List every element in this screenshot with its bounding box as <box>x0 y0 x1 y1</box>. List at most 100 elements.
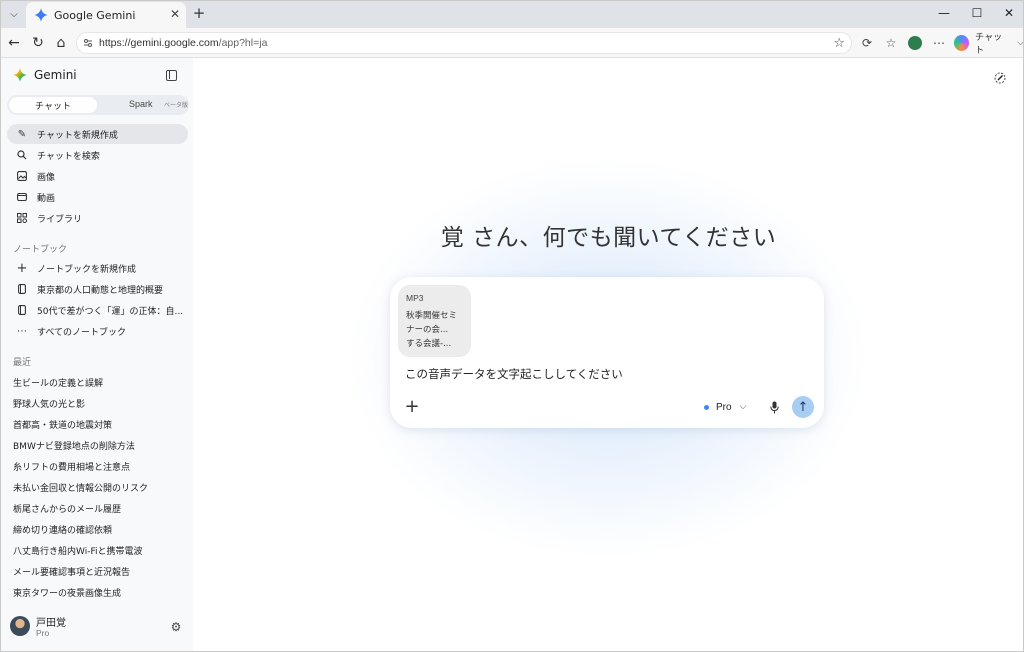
notebook-heading: ノートブック <box>13 245 68 255</box>
main-area: 覚 さん、何でも聞いてください MP3 秋季開催セミ ナーの会... する会議-… <box>193 58 1024 652</box>
recent-chat-item[interactable]: 生ビールの定義と誤解 <box>13 376 103 389</box>
reload-icon[interactable]: ↻ <box>29 34 47 52</box>
sidebar-item-label: 画像 <box>37 172 56 183</box>
recent-chat-item[interactable]: 未払い金回収と情報公開のリスク <box>13 481 148 494</box>
recent-chat-item[interactable]: 野球人気の光と影 <box>13 397 85 410</box>
url-text: https://gemini.google.com/app?hl=ja <box>99 37 267 49</box>
sidebar-item-search-chat[interactable]: チャットを検索 <box>7 145 188 165</box>
new-chat-icon: ✎ <box>17 128 27 140</box>
chevron-down-icon: ⌵ <box>739 402 747 412</box>
sidebar-item-video[interactable]: 動画 <box>7 187 188 207</box>
minimize-button[interactable]: — <box>929 4 959 22</box>
tab-strip: ⌵ Google Gemini ✕ + — ☐ ✕ <box>0 0 1024 28</box>
copilot-button[interactable]: チャット ⌵ <box>954 33 1024 56</box>
sidebar-item-label: 50代で差がつく「運」の正体：自... <box>37 306 184 317</box>
back-icon[interactable]: ← <box>5 34 23 52</box>
sidebar-item-label: すべてのノートブック <box>37 327 127 338</box>
mode-spark-tab[interactable]: Spark <box>129 99 153 109</box>
sidebar-item-label: ライブラリ <box>37 214 83 225</box>
recent-chat-item[interactable]: BMWナビ登録地点の削除方法 <box>13 439 135 452</box>
attachment-name-line: ナーの会... <box>406 325 449 335</box>
chevron-down-icon: ⌵ <box>1017 38 1024 48</box>
greeting-title: 覚 さん、何でも聞いてください <box>440 225 777 251</box>
sidebar-item-label: ノートブックを新規作成 <box>37 264 137 275</box>
more-menu-icon[interactable]: ⋯ <box>931 35 947 51</box>
extensions-icon[interactable]: ⟳ <box>859 35 875 51</box>
url-host: https://gemini.google.com <box>99 37 219 49</box>
user-name: 戸田覚 <box>36 618 66 629</box>
tab-gemini[interactable]: Google Gemini ✕ <box>26 2 186 28</box>
home-icon[interactable]: ⌂ <box>52 34 70 52</box>
recent-chat-item[interactable]: メール要確認事項と近況報告 <box>13 565 130 578</box>
recent-chat-item[interactable]: 糸リフトの費用相場と注意点 <box>13 460 130 473</box>
model-picker[interactable]: Pro ⌵ <box>704 400 746 414</box>
sidebar-item-label: チャットを検索 <box>37 151 100 162</box>
site-info-icon[interactable] <box>83 38 93 48</box>
edit-pen-icon[interactable] <box>993 71 1007 85</box>
plus-icon: + <box>16 260 28 276</box>
video-icon <box>16 191 28 203</box>
prompt-input[interactable]: この音声データを文字起こししてください <box>405 366 623 382</box>
more-icon: ⋯ <box>17 325 27 337</box>
sidebar-item-notebook[interactable]: 東京都の人口動態と地理的概要 <box>7 279 188 299</box>
microphone-icon[interactable] <box>767 399 781 415</box>
recent-chat-item[interactable]: 首都高・鉄道の地震対策 <box>13 418 112 431</box>
new-tab-button[interactable]: + <box>190 4 208 22</box>
model-status-dot <box>704 404 709 410</box>
attachment-name-line: 秋季開催セミ <box>406 311 458 321</box>
beta-badge: ベータ版 <box>164 102 189 109</box>
url-path: /app?hl=ja <box>218 37 268 49</box>
recent-chat-item[interactable]: 栃尾さんからのメール履歴 <box>13 502 121 515</box>
sidebar-item-label: チャットを新規作成 <box>37 130 118 141</box>
maximize-button[interactable]: ☐ <box>962 4 992 22</box>
sidebar-item-new-notebook[interactable]: + ノートブックを新規作成 <box>7 258 188 278</box>
profile-icon[interactable] <box>907 35 923 51</box>
mode-toggle: チャット Spark ベータ版 <box>7 95 189 115</box>
mode-chat-tab[interactable]: チャット <box>9 97 97 113</box>
brand[interactable]: Gemini <box>13 68 77 82</box>
attachment-name-line: する会議-... <box>406 339 452 349</box>
gemini-favicon-icon <box>34 8 48 22</box>
sidebar-item-all-notebooks[interactable]: ⋯ すべてのノートブック <box>7 321 188 341</box>
account-row[interactable]: 戸田覚 Pro ⚙ <box>10 614 185 644</box>
attachment-name: 秋季開催セミ ナーの会... する会議-... <box>406 309 463 351</box>
gemini-logo-icon <box>13 68 27 82</box>
attachment-chip[interactable]: MP3 秋季開催セミ ナーの会... する会議-... <box>398 285 471 357</box>
sidebar-item-library[interactable]: ライブラリ <box>7 208 188 228</box>
sidebar-item-label: 動画 <box>37 193 56 204</box>
close-window-button[interactable]: ✕ <box>994 4 1024 22</box>
sidebar-item-label: 東京都の人口動態と地理的概要 <box>37 285 164 296</box>
attachment-type: MP3 <box>406 293 424 303</box>
recent-chat-item[interactable]: 八丈島行き船内Wi-Fiと携帯電波 <box>13 544 142 557</box>
notebook-icon <box>16 304 28 316</box>
favorite-star-icon[interactable]: ☆ <box>833 36 845 51</box>
recent-chat-item[interactable]: 東京タワーの夜景画像生成 <box>13 586 121 599</box>
notebook-icon <box>16 283 28 295</box>
settings-gear-icon[interactable]: ⚙ <box>170 620 182 634</box>
address-bar[interactable]: https://gemini.google.com/app?hl=ja ☆ <box>76 32 852 54</box>
image-icon <box>16 170 28 182</box>
favorites-icon[interactable]: ☆ <box>883 35 899 51</box>
recent-chat-item[interactable]: 締め切り連絡の確認依頼 <box>13 523 112 536</box>
avatar[interactable] <box>10 616 30 636</box>
toolbar: ← ↻ ⌂ https://gemini.google.com/app?hl=j… <box>0 28 1024 58</box>
copilot-icon <box>954 35 970 51</box>
recent-heading: 最近 <box>13 358 32 368</box>
sidebar-toggle-icon[interactable] <box>166 70 177 81</box>
sidebar-item-notebook[interactable]: 50代で差がつく「運」の正体：自... <box>7 300 188 320</box>
sidebar-item-new-chat[interactable]: ✎ チャットを新規作成 <box>7 124 188 144</box>
library-icon <box>16 212 28 224</box>
sidebar-item-image[interactable]: 画像 <box>7 166 188 186</box>
tab-title: Google Gemini <box>54 8 136 22</box>
tab-actions-chevron-icon[interactable]: ⌵ <box>5 5 23 23</box>
sidebar: Gemini チャット Spark ベータ版 ✎ チャットを新規作成 チャットを… <box>0 58 193 652</box>
model-label: Pro <box>716 401 732 413</box>
copilot-label: チャット <box>975 33 1003 56</box>
brand-name: Gemini <box>34 68 77 82</box>
prompt-composer: MP3 秋季開催セミ ナーの会... する会議-... この音声データを文字起こ… <box>390 277 824 428</box>
tab-close-icon[interactable]: ✕ <box>170 7 180 21</box>
search-icon <box>16 149 28 161</box>
user-plan: Pro <box>36 628 50 638</box>
send-arrow-up-icon[interactable]: ↑ <box>792 396 814 418</box>
add-attachment-plus-icon[interactable]: + <box>404 396 420 417</box>
